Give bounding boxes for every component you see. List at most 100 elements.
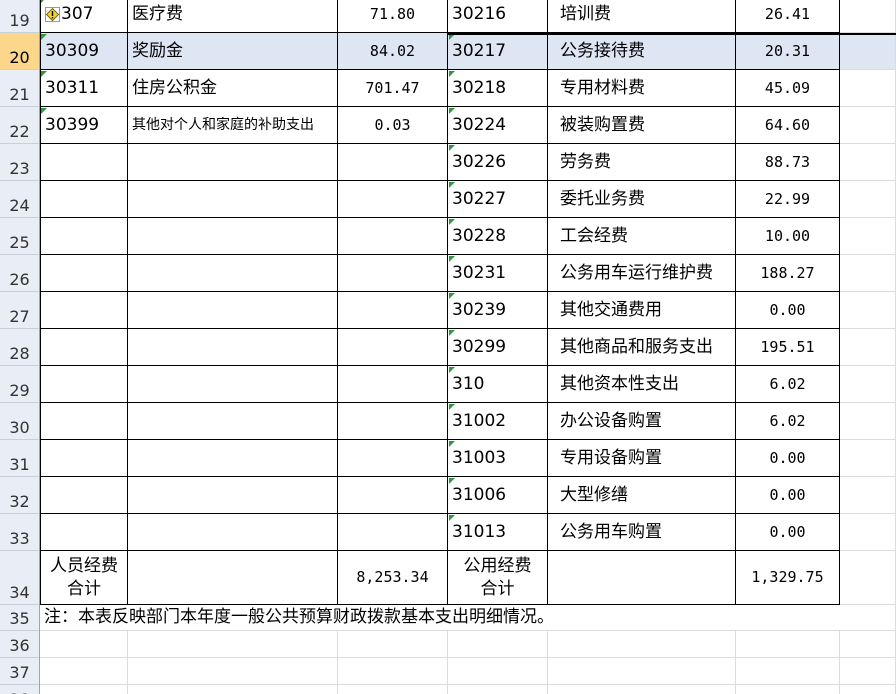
cell-left-code[interactable] (40, 329, 128, 366)
error-indicator[interactable] (449, 108, 455, 114)
error-indicator[interactable] (41, 0, 47, 3)
cell-right-code[interactable]: 30227 (448, 181, 548, 218)
cell-right-amount[interactable]: 195.51 (736, 329, 840, 366)
cell-right-amount[interactable]: 22.99 (736, 181, 840, 218)
cell-left-amount[interactable]: 0.03 (338, 107, 448, 144)
cell-right-amount[interactable]: 10.00 (736, 218, 840, 255)
empty-cell[interactable] (840, 551, 896, 605)
cell-left-amount[interactable] (338, 366, 448, 403)
cell-left-code[interactable] (40, 292, 128, 329)
empty-cell[interactable] (840, 218, 896, 255)
error-indicator[interactable] (449, 256, 455, 262)
empty-cell[interactable] (840, 70, 896, 107)
empty-cell[interactable] (840, 403, 896, 440)
cell-right-item[interactable]: 其他交通费用 (548, 292, 736, 329)
empty-cell[interactable] (840, 477, 896, 514)
cell-right-amount[interactable]: 0.00 (736, 514, 840, 551)
cell-right-amount[interactable]: 0.00 (736, 292, 840, 329)
row-header[interactable]: 24 (0, 181, 39, 218)
row-header[interactable]: 23 (0, 144, 39, 181)
cell-left-amount[interactable] (338, 181, 448, 218)
cell-left-code[interactable] (40, 514, 128, 551)
empty-cell[interactable] (840, 685, 896, 694)
cell-right-amount[interactable]: 188.27 (736, 255, 840, 292)
row-header[interactable]: 22 (0, 107, 39, 144)
total-public-value[interactable]: 1,329.75 (736, 551, 840, 605)
cell-left-item[interactable] (128, 181, 338, 218)
cell-right-item[interactable]: 大型修缮 (548, 477, 736, 514)
empty-cell[interactable] (448, 685, 548, 694)
row-header[interactable]: 36 (0, 631, 39, 658)
empty-cell[interactable] (338, 685, 448, 694)
cell-left-code[interactable]: 30311 (40, 70, 128, 107)
cell-left-item[interactable] (128, 440, 338, 477)
error-indicator[interactable] (449, 478, 455, 484)
cell-left-item[interactable] (128, 218, 338, 255)
empty-cell[interactable] (840, 181, 896, 218)
error-indicator[interactable] (41, 108, 47, 114)
cell-right-code[interactable]: 30299 (448, 329, 548, 366)
cell-left-code[interactable]: 307 (40, 0, 128, 33)
cell-right-item[interactable]: 专用材料费 (548, 70, 736, 107)
cell-right-amount[interactable]: 6.02 (736, 403, 840, 440)
empty-cell[interactable] (128, 658, 338, 685)
cell-right-amount[interactable]: 0.00 (736, 440, 840, 477)
empty-cell[interactable] (448, 658, 548, 685)
row-header[interactable]: 27 (0, 292, 39, 329)
row-header[interactable]: 20 (0, 33, 39, 70)
cell-right-code[interactable]: 30226 (448, 144, 548, 181)
empty-cell[interactable] (40, 685, 128, 694)
cell-right-item[interactable]: 被装购置费 (548, 107, 736, 144)
cell-left-code[interactable] (40, 144, 128, 181)
cell-right-code[interactable]: 30239 (448, 292, 548, 329)
empty-cell[interactable] (128, 631, 338, 658)
cell-right-item[interactable]: 工会经费 (548, 218, 736, 255)
row-header[interactable]: 38 (0, 685, 39, 694)
cell-left-amount[interactable] (338, 514, 448, 551)
cell-right-amount[interactable]: 88.73 (736, 144, 840, 181)
cell-right-code[interactable]: 30217 (448, 33, 548, 70)
cell-left-code[interactable] (40, 255, 128, 292)
row-header[interactable]: 29 (0, 366, 39, 403)
empty-cell[interactable] (840, 144, 896, 181)
empty-cell[interactable] (128, 551, 338, 605)
row-header[interactable]: 25 (0, 218, 39, 255)
empty-cell[interactable] (840, 514, 896, 551)
row-header[interactable]: 35 (0, 605, 39, 631)
empty-cell[interactable] (128, 685, 338, 694)
empty-cell[interactable] (840, 292, 896, 329)
cell-left-code[interactable] (40, 218, 128, 255)
row-header[interactable]: 30 (0, 403, 39, 440)
error-indicator[interactable] (449, 515, 455, 521)
empty-cell[interactable] (548, 658, 736, 685)
cell-left-item[interactable]: 其他对个人和家庭的补助支出 (128, 107, 338, 144)
error-indicator[interactable] (449, 404, 455, 410)
cell-right-item[interactable]: 培训费 (548, 0, 736, 33)
cell-right-item[interactable]: 劳务费 (548, 144, 736, 181)
empty-cell[interactable] (40, 631, 128, 658)
cell-left-item[interactable]: 住房公积金 (128, 70, 338, 107)
cell-right-code[interactable]: 31006 (448, 477, 548, 514)
cell-right-item[interactable]: 公务用车购置 (548, 514, 736, 551)
cell-left-code[interactable] (40, 403, 128, 440)
spreadsheet[interactable]: 19 20 21 22 23 24 25 26 27 28 29 30 31 32 33 34 35 36 37 38… (0, 0, 896, 694)
cell-left-item[interactable] (128, 477, 338, 514)
cell-left-item[interactable] (128, 514, 338, 551)
cell-left-code[interactable]: 30309 (40, 33, 128, 70)
error-indicator[interactable] (41, 34, 47, 40)
cell-left-amount[interactable] (338, 477, 448, 514)
error-indicator[interactable] (449, 441, 455, 447)
cell-right-item[interactable]: 公务接待费 (548, 33, 736, 70)
cell-left-amount[interactable] (338, 292, 448, 329)
cell-right-code[interactable]: 30228 (448, 218, 548, 255)
error-indicator[interactable] (449, 367, 455, 373)
cell-right-item[interactable]: 其他资本性支出 (548, 366, 736, 403)
cell-left-amount[interactable]: 701.47 (338, 70, 448, 107)
empty-cell[interactable] (338, 658, 448, 685)
cell-left-amount[interactable] (338, 144, 448, 181)
cell-right-code[interactable]: 31002 (448, 403, 548, 440)
empty-cell[interactable] (840, 658, 896, 685)
empty-cell[interactable] (840, 366, 896, 403)
cell-right-code[interactable]: 30231 (448, 255, 548, 292)
cell-right-code[interactable]: 30218 (448, 70, 548, 107)
